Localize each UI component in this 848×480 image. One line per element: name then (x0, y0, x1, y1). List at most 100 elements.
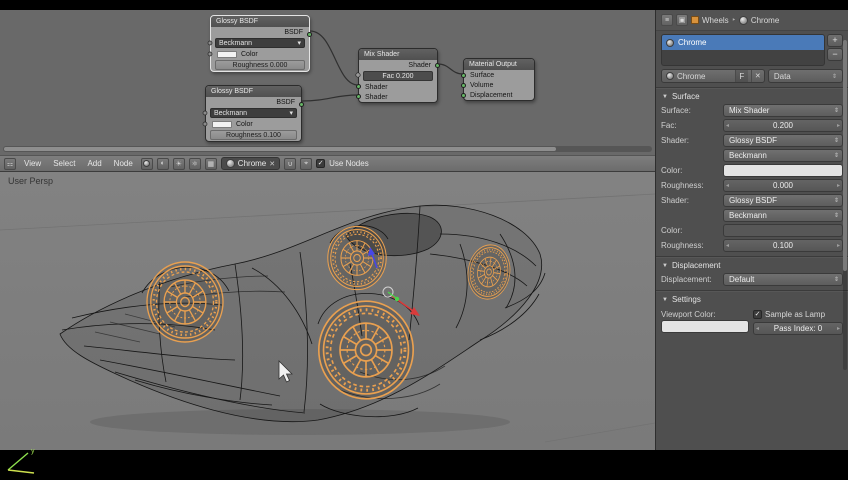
fake-user-button[interactable]: F (734, 70, 748, 82)
updown-arrow-icon: ⇕ (833, 198, 839, 204)
volume-input-socket[interactable] (461, 83, 466, 88)
breadcrumb-material[interactable]: Chrome (751, 16, 779, 25)
surface-label: Surface: (661, 106, 691, 115)
material-datablock-selector[interactable]: Chrome ✕ (220, 157, 281, 170)
menu-node[interactable]: Node (110, 159, 137, 168)
node-glossy-bsdf-1[interactable]: Glossy BSDF BSDF Beckmann ▾ Color Roughn… (210, 15, 312, 72)
node-glossy-bsdf-2[interactable]: Glossy BSDF BSDF Beckmann ▾ Color Roughn… (205, 85, 304, 142)
scrollbar-handle[interactable] (4, 147, 556, 151)
slider-left-arrow-icon[interactable]: ◂ (756, 325, 759, 332)
menu-add[interactable]: Add (83, 159, 105, 168)
slider-right-arrow-icon[interactable]: ▸ (837, 182, 840, 189)
bsdf-output-socket[interactable] (307, 32, 312, 37)
roughness-slider[interactable]: Roughness 0.000 (215, 60, 305, 70)
node-material-output[interactable]: Material Output Surface Volume Displacem… (461, 58, 535, 101)
remove-slot-button[interactable]: − (827, 48, 843, 61)
roughness1-label: Roughness: (661, 181, 704, 190)
node-title[interactable]: Glossy BSDF (211, 16, 309, 27)
data-menu-button[interactable]: Data ⇕ (767, 69, 843, 83)
shader-type-lamp-icon[interactable]: ☀ (172, 157, 185, 170)
menu-select[interactable]: Select (49, 159, 79, 168)
slider-right-arrow-icon[interactable]: ▸ (837, 325, 840, 332)
menu-view[interactable]: View (20, 159, 45, 168)
editor-type-icon[interactable]: ⚏ (4, 157, 16, 170)
3d-viewport[interactable]: User Persp (0, 172, 655, 450)
surface-shader-menu[interactable]: Mix Shader ⇕ (723, 104, 843, 117)
node-title[interactable]: Glossy BSDF (206, 86, 301, 97)
surface-panel-header[interactable]: ▼ Surface (656, 87, 848, 103)
shader1-menu[interactable]: Glossy BSDF ⇕ (723, 134, 843, 147)
displacement-input-socket[interactable] (461, 93, 466, 98)
shader2-menu[interactable]: Glossy BSDF ⇕ (723, 194, 843, 207)
node-editor-hscrollbar[interactable] (3, 146, 652, 152)
node-mix-shader[interactable]: Mix Shader Shader Fac 0.200 Shader Shade… (356, 48, 440, 103)
properties-editor-icon[interactable]: ≡ (661, 14, 673, 26)
distribution-dropdown[interactable]: Beckmann ▾ (215, 38, 305, 48)
material-slot-list[interactable]: Chrome (661, 34, 825, 66)
slider-right-arrow-icon[interactable]: ▸ (837, 122, 840, 129)
sample-as-lamp-label: Sample as Lamp (765, 309, 826, 319)
shader-type-world-icon[interactable]: ◐ (156, 157, 169, 170)
use-nodes-label: Use Nodes (329, 159, 369, 168)
viewport-color-swatch[interactable] (661, 320, 749, 333)
slider-right-arrow-icon[interactable]: ▸ (837, 242, 840, 249)
node-editor-region[interactable]: Glossy BSDF BSDF Beckmann ▾ Color Roughn… (0, 10, 655, 172)
displacement-menu[interactable]: Default ⇕ (723, 273, 843, 286)
fac-label: Fac: (661, 121, 677, 130)
roughness2-slider[interactable]: ◂ 0.100 ▸ (723, 239, 843, 252)
bsdf-output-socket[interactable] (299, 102, 304, 107)
fac-slider[interactable]: Fac 0.200 (363, 71, 433, 81)
color-swatch[interactable] (212, 120, 232, 128)
scene-icon[interactable]: ▣ (676, 14, 688, 26)
slider-left-arrow-icon[interactable]: ◂ (726, 122, 729, 129)
unlink-icon[interactable]: ✕ (750, 70, 764, 82)
slider-left-arrow-icon[interactable]: ◂ (726, 242, 729, 249)
color1-swatch[interactable] (723, 164, 843, 177)
properties-breadcrumb: ≡ ▣ Wheels ‣ Chrome (656, 10, 848, 31)
sample-as-lamp-checkbox[interactable]: ✓ (753, 309, 762, 319)
color2-label: Color: (661, 226, 683, 235)
pass-index-field[interactable]: ◂ Pass Index: 0 ▸ (753, 322, 843, 335)
color-swatch[interactable] (217, 50, 237, 58)
roughness-slider[interactable]: Roughness 0.100 (210, 130, 297, 140)
distribution-dropdown[interactable]: Beckmann ▾ (210, 108, 297, 118)
shader-input-socket-2[interactable] (356, 94, 361, 99)
distribution2-menu[interactable]: Beckmann ⇕ (723, 209, 843, 222)
scrollbar-handle[interactable] (843, 40, 847, 271)
shader-input-socket-1[interactable] (356, 84, 361, 89)
fac-slider[interactable]: ◂ 0.200 ▸ (723, 119, 843, 132)
unlink-icon[interactable]: ✕ (269, 160, 275, 168)
slider-left-arrow-icon[interactable]: ◂ (726, 182, 729, 189)
color1-label: Color: (661, 166, 683, 175)
pin-icon[interactable]: ⌖ (300, 157, 313, 170)
color2-swatch[interactable] (723, 224, 843, 237)
material-sphere-icon (225, 159, 235, 168)
material-browse-widget[interactable]: Chrome F ✕ (661, 69, 765, 83)
compositing-icon[interactable]: ▦ (204, 157, 217, 170)
surface-input-socket[interactable] (461, 73, 466, 78)
settings-panel-header[interactable]: ▼ Settings (656, 290, 848, 306)
material-sphere-icon (666, 38, 674, 47)
shader-type-object-icon[interactable] (140, 157, 153, 170)
distribution1-menu[interactable]: Beckmann ⇕ (723, 149, 843, 162)
snap-icon[interactable]: ∪ (284, 157, 297, 170)
node-title[interactable]: Mix Shader (359, 49, 437, 60)
properties-scrollbar[interactable] (843, 40, 847, 370)
color-label: Color (236, 120, 253, 128)
shader-output-socket[interactable] (435, 63, 440, 68)
slot-buttons: + − (827, 34, 843, 66)
breadcrumb-object[interactable]: Wheels (702, 16, 729, 25)
properties-panel: ≡ ▣ Wheels ‣ Chrome Chrome + − Chrome F … (655, 10, 848, 450)
updown-arrow-icon: ⇕ (833, 153, 839, 159)
displacement-panel-header[interactable]: ▼ Displacement (656, 256, 848, 272)
material-slot-row-active[interactable]: Chrome (662, 35, 824, 50)
node-canvas[interactable]: Glossy BSDF BSDF Beckmann ▾ Color Roughn… (0, 10, 655, 155)
dropdown-arrow-icon: ▾ (289, 110, 293, 117)
node-tree-type-icon[interactable]: ⚛ (188, 157, 201, 170)
material-slot-row-empty[interactable] (662, 50, 824, 65)
roughness1-slider[interactable]: ◂ 0.000 ▸ (723, 179, 843, 192)
wheel-front-left (145, 260, 225, 344)
node-title[interactable]: Material Output (464, 59, 534, 70)
add-slot-button[interactable]: + (827, 34, 843, 47)
use-nodes-checkbox[interactable]: ✓ (316, 159, 326, 168)
